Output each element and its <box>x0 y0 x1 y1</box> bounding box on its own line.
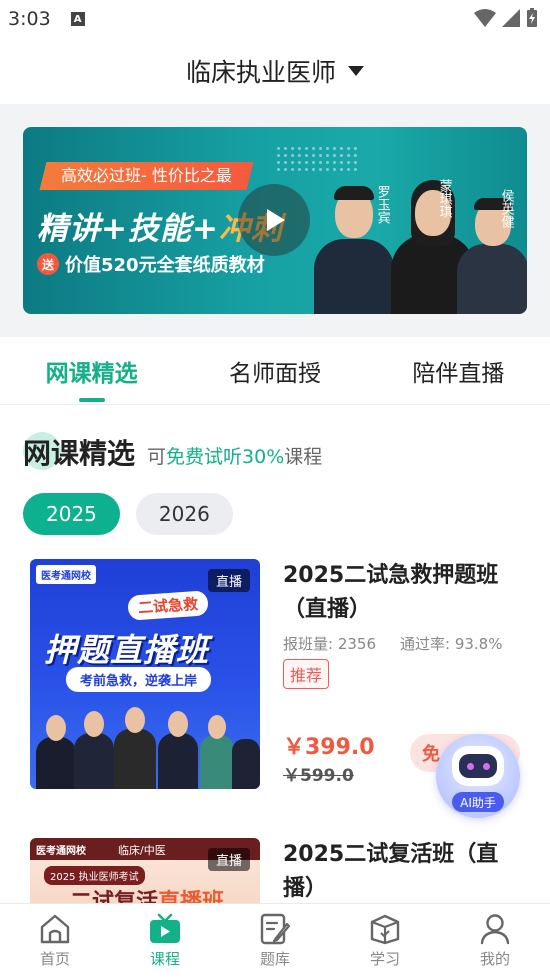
year-filter: 2025 2026 <box>23 493 233 535</box>
status-icons <box>474 8 538 28</box>
thumb-headline: 押题直播班 <box>44 631 210 669</box>
tv-icon[interactable] <box>148 912 182 946</box>
signal-icon <box>502 9 520 27</box>
teacher-name-2: 蒙琪琪 <box>436 179 452 218</box>
nav-home-label[interactable]: 首页 <box>40 948 70 969</box>
course-title[interactable]: 2025二试复活班（直播） <box>283 838 523 906</box>
section-subtitle: 可免费试听30%课程 <box>147 446 323 468</box>
dot-pattern <box>275 145 359 173</box>
course-tabs: 网课精选 名师面授 陪伴直播 <box>0 337 550 405</box>
teacher-name-3: 侯英健 <box>498 189 514 228</box>
notebook-icon[interactable] <box>258 912 292 946</box>
wifi-icon <box>474 9 496 27</box>
banner-area: 高效必过班- 性价比之最 精讲+技能+冲刺 送 价值520元全套纸质教材 罗玉宾… <box>0 104 550 337</box>
brand-logo: 医考通网校 <box>36 565 96 584</box>
course-meta: 报班量: 2356 通过率: 93.8% <box>283 633 502 654</box>
brand-logo: 医考通网校 <box>36 846 86 857</box>
live-badge: 直播 <box>207 569 250 592</box>
tab-face-to-face[interactable]: 名师面授 <box>183 337 366 404</box>
nav-courses-label[interactable]: 课程 <box>150 948 180 969</box>
thumb-category: 临床/中医 <box>118 844 166 857</box>
nav-study[interactable]: 学习 <box>330 904 440 979</box>
nav-study-label[interactable]: 学习 <box>370 948 400 969</box>
section-header: 网课精选 可免费试听30%课程 <box>23 432 322 472</box>
promo-banner[interactable]: 高效必过班- 性价比之最 精讲+技能+冲刺 送 价值520元全套纸质教材 罗玉宾… <box>23 127 527 314</box>
notification-icon: A <box>70 12 85 26</box>
pass-rate: 通过率: 93.8% <box>400 635 503 653</box>
original-price: ￥599.0 <box>283 766 354 786</box>
banner-tag: 高效必过班- 性价比之最 <box>39 162 254 190</box>
robot-icon[interactable] <box>452 746 504 786</box>
recommend-badge: 推荐 <box>283 659 330 689</box>
live-badge: 直播 <box>207 848 250 871</box>
course-thumbnail[interactable]: 医考通网校 临床/中医 直播 2025 执业医师考试 二试复活直播班 <box>30 838 260 904</box>
year-2026-chip[interactable]: 2026 <box>135 493 233 535</box>
tab-online-courses[interactable]: 网课精选 <box>0 337 183 404</box>
banner-subline: 送 价值520元全套纸质教材 <box>37 251 265 277</box>
home-icon[interactable] <box>38 912 72 946</box>
bottom-nav: 首页 课程 题库 学习 我的 <box>0 903 550 979</box>
course-price: ￥399.0 <box>283 735 375 760</box>
course-card[interactable]: 医考通网校 临床/中医 直播 2025 执业医师考试 二试复活直播班 2025二… <box>30 838 530 908</box>
thumb-headline: 二试复活直播班 <box>70 890 225 904</box>
play-icon[interactable] <box>259 205 289 235</box>
header[interactable]: 临床执业医师 <box>0 38 550 104</box>
section-title: 网课精选 <box>23 437 136 470</box>
send-badge: 送 <box>37 253 59 275</box>
enrolled-count: 报班量: 2356 <box>283 635 376 653</box>
box-icon[interactable] <box>368 912 402 946</box>
year-2025-chip[interactable]: 2025 <box>23 493 120 535</box>
nav-question-bank[interactable]: 题库 <box>220 904 330 979</box>
nav-question-bank-label[interactable]: 题库 <box>260 948 290 969</box>
play-button[interactable] <box>238 184 310 256</box>
nav-home[interactable]: 首页 <box>0 904 110 979</box>
thumb-teachers <box>30 697 260 789</box>
ai-assistant-label[interactable]: AI助手 <box>452 792 504 812</box>
ai-assistant-button[interactable]: AI助手 <box>436 734 520 818</box>
nav-profile[interactable]: 我的 <box>440 904 550 979</box>
battery-icon <box>527 8 537 27</box>
thumb-badge: 二试急救 <box>127 590 209 621</box>
exam-category-title[interactable]: 临床执业医师 <box>186 53 336 89</box>
nav-courses[interactable]: 课程 <box>110 904 220 979</box>
course-title[interactable]: 2025二试急救押题班（直播） <box>283 559 523 627</box>
status-bar: 3:03 A <box>0 0 550 38</box>
caret-down-icon[interactable] <box>348 66 364 76</box>
thumb-slogan: 考前急救，逆袭上岸 <box>66 667 212 692</box>
thumb-strip: 2025 执业医师考试 <box>44 866 145 885</box>
nav-profile-label[interactable]: 我的 <box>480 948 510 969</box>
tab-indicator <box>78 398 105 402</box>
user-icon[interactable] <box>478 912 512 946</box>
teacher-photo-3 <box>453 184 527 314</box>
status-time: 3:03 <box>8 8 51 30</box>
course-thumbnail[interactable]: 医考通网校 直播 二试急救 押题直播班 考前急救，逆袭上岸 <box>30 559 260 789</box>
tab-live-companion[interactable]: 陪伴直播 <box>367 337 550 404</box>
